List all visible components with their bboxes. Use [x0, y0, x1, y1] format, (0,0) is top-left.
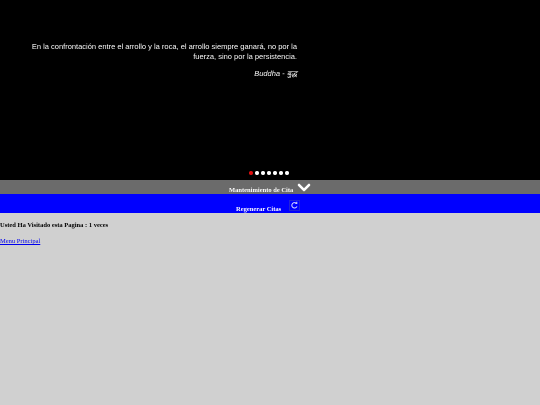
slider-dot-3[interactable]	[261, 171, 265, 175]
slider-dot-1[interactable]	[249, 171, 253, 175]
slider-dot-7[interactable]	[285, 171, 289, 175]
quote-slider: En la confrontación entre el arrollo y l…	[0, 0, 540, 180]
maintenance-bar[interactable]: Mantenimiento de Cita	[0, 180, 540, 194]
regenerate-label[interactable]: Regenerar Citas	[236, 206, 281, 214]
menu-principal-link[interactable]: Menu Principal	[0, 238, 40, 245]
reload-icon[interactable]	[289, 200, 300, 211]
regenerate-bar[interactable]: Regenerar Citas	[0, 194, 540, 213]
quote-text: En la confrontación entre el arrollo y l…	[22, 42, 297, 61]
quote-author: Buddha - बुद्ध	[254, 69, 297, 78]
slider-dot-4[interactable]	[267, 171, 271, 175]
visit-counter: Usted Ha Visitado esta Pagina : 1 veces	[0, 222, 109, 229]
slider-dot-5[interactable]	[273, 171, 277, 175]
slider-dot-6[interactable]	[279, 171, 283, 175]
quote-line-1: En la confrontación entre el arrollo y l…	[31, 42, 297, 51]
chevron-down-icon[interactable]	[297, 183, 311, 193]
slider-dot-2[interactable]	[255, 171, 259, 175]
slider-dots	[249, 171, 289, 175]
quote-line-2: fuerza, sino por la persistencia.	[193, 51, 297, 61]
